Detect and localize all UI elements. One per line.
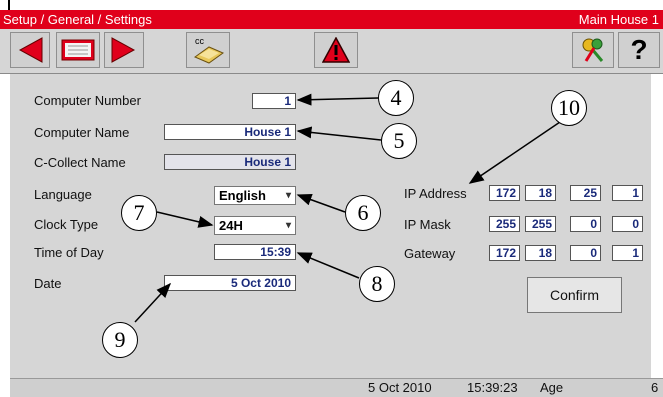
list-icon xyxy=(61,39,95,61)
callout-5: 5 xyxy=(381,123,417,159)
callout-4: 4 xyxy=(378,80,414,116)
arrow-right-icon xyxy=(111,37,136,63)
help-button[interactable]: ? xyxy=(618,32,660,68)
ip-mask-octet-2[interactable]: 255 xyxy=(525,216,556,232)
list-view-button[interactable] xyxy=(56,32,100,68)
language-label: Language xyxy=(34,187,92,202)
ip-mask-octet-4[interactable]: 0 xyxy=(612,216,643,232)
callout-9: 9 xyxy=(102,322,138,358)
clock-type-label: Clock Type xyxy=(34,217,99,232)
ip-address-octet-2[interactable]: 18 xyxy=(525,185,556,201)
arrow-left-icon xyxy=(18,37,43,63)
clock-type-value: 24H xyxy=(219,218,243,233)
previous-button[interactable] xyxy=(10,32,50,68)
dropdown-arrow-icon: ▾ xyxy=(285,220,291,231)
help-icon: ? xyxy=(630,34,648,65)
clipboard-copy-button[interactable]: cc xyxy=(186,32,230,68)
callout-6: 6 xyxy=(345,195,381,231)
ip-address-octet-1[interactable]: 172 xyxy=(489,185,520,201)
ip-mask-octet-3[interactable]: 0 xyxy=(570,216,601,232)
breadcrumb: Setup / General / Settings xyxy=(3,12,152,27)
confirm-button[interactable]: Confirm xyxy=(527,277,622,313)
toolbar: cc ? xyxy=(0,29,663,74)
callout-7: 7 xyxy=(121,195,157,231)
gateway-label: Gateway xyxy=(404,246,456,261)
gateway-octet-1[interactable]: 172 xyxy=(489,245,520,261)
status-age-value: 6 xyxy=(651,380,659,395)
callout-8: 8 xyxy=(359,266,395,302)
gateway-octet-4[interactable]: 1 xyxy=(612,245,643,261)
c-collect-name-field: House 1 xyxy=(164,154,296,170)
alarm-button[interactable] xyxy=(314,32,358,68)
computer-name-field[interactable]: House 1 xyxy=(164,124,296,140)
ip-address-octet-4[interactable]: 1 xyxy=(612,185,643,201)
time-of-day-field[interactable]: 15:39 xyxy=(214,244,296,260)
ip-address-octet-3[interactable]: 25 xyxy=(570,185,601,201)
language-select[interactable]: English ▾ xyxy=(214,186,296,205)
time-of-day-label: Time of Day xyxy=(34,245,104,260)
cc-label: cc xyxy=(195,36,205,46)
status-bar: 5 Oct 2010 15:39:23 Age 6 xyxy=(10,378,663,397)
computer-number-field[interactable]: 1 xyxy=(252,93,296,109)
dropdown-arrow-icon: ▾ xyxy=(285,190,291,201)
gateway-octet-3[interactable]: 0 xyxy=(570,245,601,261)
location-title: Main House 1 xyxy=(578,12,659,27)
title-bar: Setup / General / Settings Main House 1 xyxy=(0,10,663,29)
copy-clipboard-icon: cc xyxy=(193,36,225,64)
date-label: Date xyxy=(34,276,62,291)
status-time: 15:39:23 xyxy=(467,380,518,395)
status-age-label: Age xyxy=(540,380,564,395)
computer-name-label: Computer Name xyxy=(34,125,130,140)
computer-number-label: Computer Number xyxy=(34,93,141,108)
callout-10: 10 xyxy=(551,90,587,126)
c-collect-name-label: C-Collect Name xyxy=(34,155,126,170)
gateway-octet-2[interactable]: 18 xyxy=(525,245,556,261)
ip-mask-octet-1[interactable]: 255 xyxy=(489,216,520,232)
status-date: 5 Oct 2010 xyxy=(368,380,432,395)
clock-type-select[interactable]: 24H ▾ xyxy=(214,216,296,235)
ip-mask-label: IP Mask xyxy=(404,217,451,232)
warning-icon xyxy=(322,37,350,63)
language-value: English xyxy=(219,188,266,203)
date-field[interactable]: 5 Oct 2010 xyxy=(164,275,296,291)
next-button[interactable] xyxy=(104,32,144,68)
keys-icon xyxy=(582,38,604,62)
ip-address-label: IP Address xyxy=(404,186,467,201)
access-keys-button[interactable] xyxy=(572,32,614,68)
